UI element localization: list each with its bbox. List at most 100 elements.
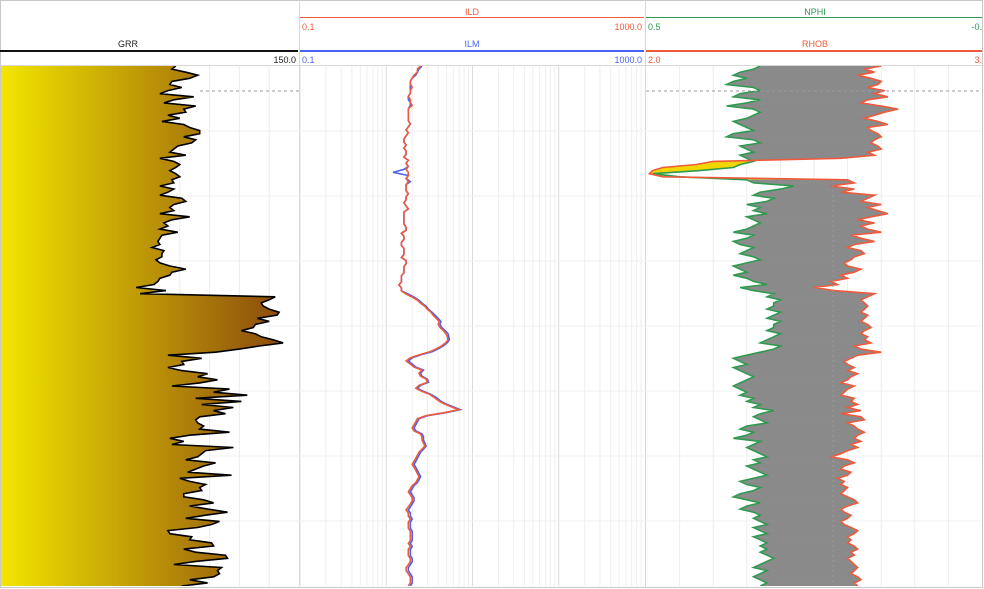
crossover-fill bbox=[753, 533, 855, 537]
gamma-ray-track bbox=[1, 66, 284, 586]
crossover-fill bbox=[760, 542, 855, 547]
crossover-fill bbox=[766, 198, 868, 202]
crossover-fill bbox=[773, 302, 869, 307]
crossover-fill bbox=[753, 527, 858, 531]
crossover-fill bbox=[740, 370, 858, 374]
crossover-fill bbox=[733, 238, 875, 242]
crossover-fill bbox=[733, 382, 855, 387]
crossover-fill bbox=[753, 210, 888, 214]
crossover-fill bbox=[753, 576, 862, 580]
crossover-fill bbox=[746, 502, 858, 507]
crossover-fill bbox=[746, 99, 868, 104]
crossover-fill bbox=[753, 573, 858, 577]
crossover-fill bbox=[766, 315, 869, 319]
crossover-fill bbox=[760, 579, 862, 584]
crossover-fill bbox=[740, 268, 862, 273]
crossover-fill bbox=[740, 253, 865, 257]
crossover-fill bbox=[760, 521, 845, 525]
crossover-fill bbox=[740, 244, 855, 248]
crossover-fill bbox=[753, 87, 885, 91]
crossover-fill bbox=[753, 207, 878, 211]
crossover-fill bbox=[746, 213, 888, 217]
crossover-fill bbox=[746, 401, 858, 405]
crossover-fill bbox=[766, 293, 875, 297]
crossover-fill bbox=[733, 265, 862, 270]
crossover-fill bbox=[753, 441, 862, 445]
crossover-fill bbox=[746, 462, 855, 467]
crossover-fill bbox=[746, 235, 862, 239]
crossover-fill bbox=[733, 385, 855, 390]
crossover-fill bbox=[726, 81, 882, 85]
crossover-fill bbox=[740, 395, 855, 399]
crossover-fill bbox=[773, 333, 868, 337]
crossover-fill bbox=[766, 305, 869, 310]
crossover-fill bbox=[733, 78, 882, 82]
crossover-fill bbox=[753, 564, 859, 568]
crossover-fill bbox=[740, 505, 848, 510]
crossover-fill bbox=[733, 364, 855, 368]
crossover-fill bbox=[746, 398, 855, 402]
crossover-fill bbox=[753, 404, 858, 408]
crossover-fill bbox=[746, 216, 872, 220]
crossover-fill bbox=[740, 152, 875, 156]
crossover-fill bbox=[753, 416, 865, 420]
crossover-fill bbox=[760, 339, 872, 344]
crossover-fill bbox=[733, 496, 855, 500]
crossover-fill bbox=[760, 539, 852, 544]
crossover-fill bbox=[753, 468, 852, 473]
crossover-fill bbox=[746, 484, 848, 488]
crossover-fill bbox=[766, 296, 868, 300]
crossover-fill bbox=[753, 459, 855, 464]
crossover-fill bbox=[753, 256, 855, 260]
crossover-fill bbox=[760, 545, 859, 550]
crossover-fill bbox=[773, 299, 865, 304]
crossover-fill bbox=[733, 435, 859, 439]
crossover-fill bbox=[733, 93, 888, 97]
crossover-fill bbox=[740, 68, 875, 73]
crossover-fill bbox=[740, 490, 845, 494]
crossover-fill bbox=[740, 379, 848, 384]
crossover-fill bbox=[746, 499, 859, 504]
crossover-fill bbox=[740, 145, 882, 150]
crossover-fill bbox=[753, 139, 876, 144]
crossover-fill bbox=[753, 112, 885, 116]
crossover-fill bbox=[760, 561, 855, 565]
crossover-fill bbox=[760, 570, 855, 574]
crossover-fill bbox=[760, 530, 859, 534]
crossover-fill bbox=[733, 241, 875, 245]
crossover-fill bbox=[746, 115, 875, 119]
crossover-fill bbox=[773, 324, 872, 328]
crossover-fill bbox=[746, 376, 852, 380]
crossover-fill bbox=[753, 567, 859, 571]
crossover-fill bbox=[740, 508, 845, 513]
crossover-fill bbox=[773, 345, 862, 350]
crossover-fill bbox=[746, 444, 858, 448]
crossover-fill bbox=[760, 453, 841, 457]
crossover-fill bbox=[746, 225, 868, 230]
crossover-fill bbox=[746, 465, 845, 470]
crossover-fill bbox=[733, 275, 848, 279]
crossover-fill bbox=[746, 247, 862, 251]
crossover-fill bbox=[746, 259, 852, 264]
crossover-fill bbox=[733, 75, 872, 79]
crossover-fill bbox=[760, 582, 858, 586]
crossover-fill bbox=[740, 250, 865, 254]
crossover-fill bbox=[733, 367, 855, 371]
crossover-fill bbox=[753, 515, 852, 519]
crossover-fill bbox=[766, 327, 872, 331]
crossover-fill bbox=[746, 204, 882, 208]
crossover-fill bbox=[760, 552, 855, 556]
crossover-fill bbox=[753, 66, 882, 70]
crossover-fill bbox=[753, 219, 875, 224]
crossover-fill bbox=[726, 133, 882, 137]
crossover-fill bbox=[746, 373, 858, 377]
crossover-fill bbox=[733, 228, 882, 233]
crossover-fill bbox=[740, 392, 845, 396]
crossover-fill bbox=[766, 558, 852, 562]
crossover-fill bbox=[733, 118, 878, 122]
crossover-fill bbox=[753, 108, 899, 113]
crossover-fill bbox=[753, 512, 852, 516]
crossover-fill bbox=[746, 447, 858, 451]
crossover-fill bbox=[773, 321, 868, 325]
crossover-fill bbox=[733, 262, 849, 267]
